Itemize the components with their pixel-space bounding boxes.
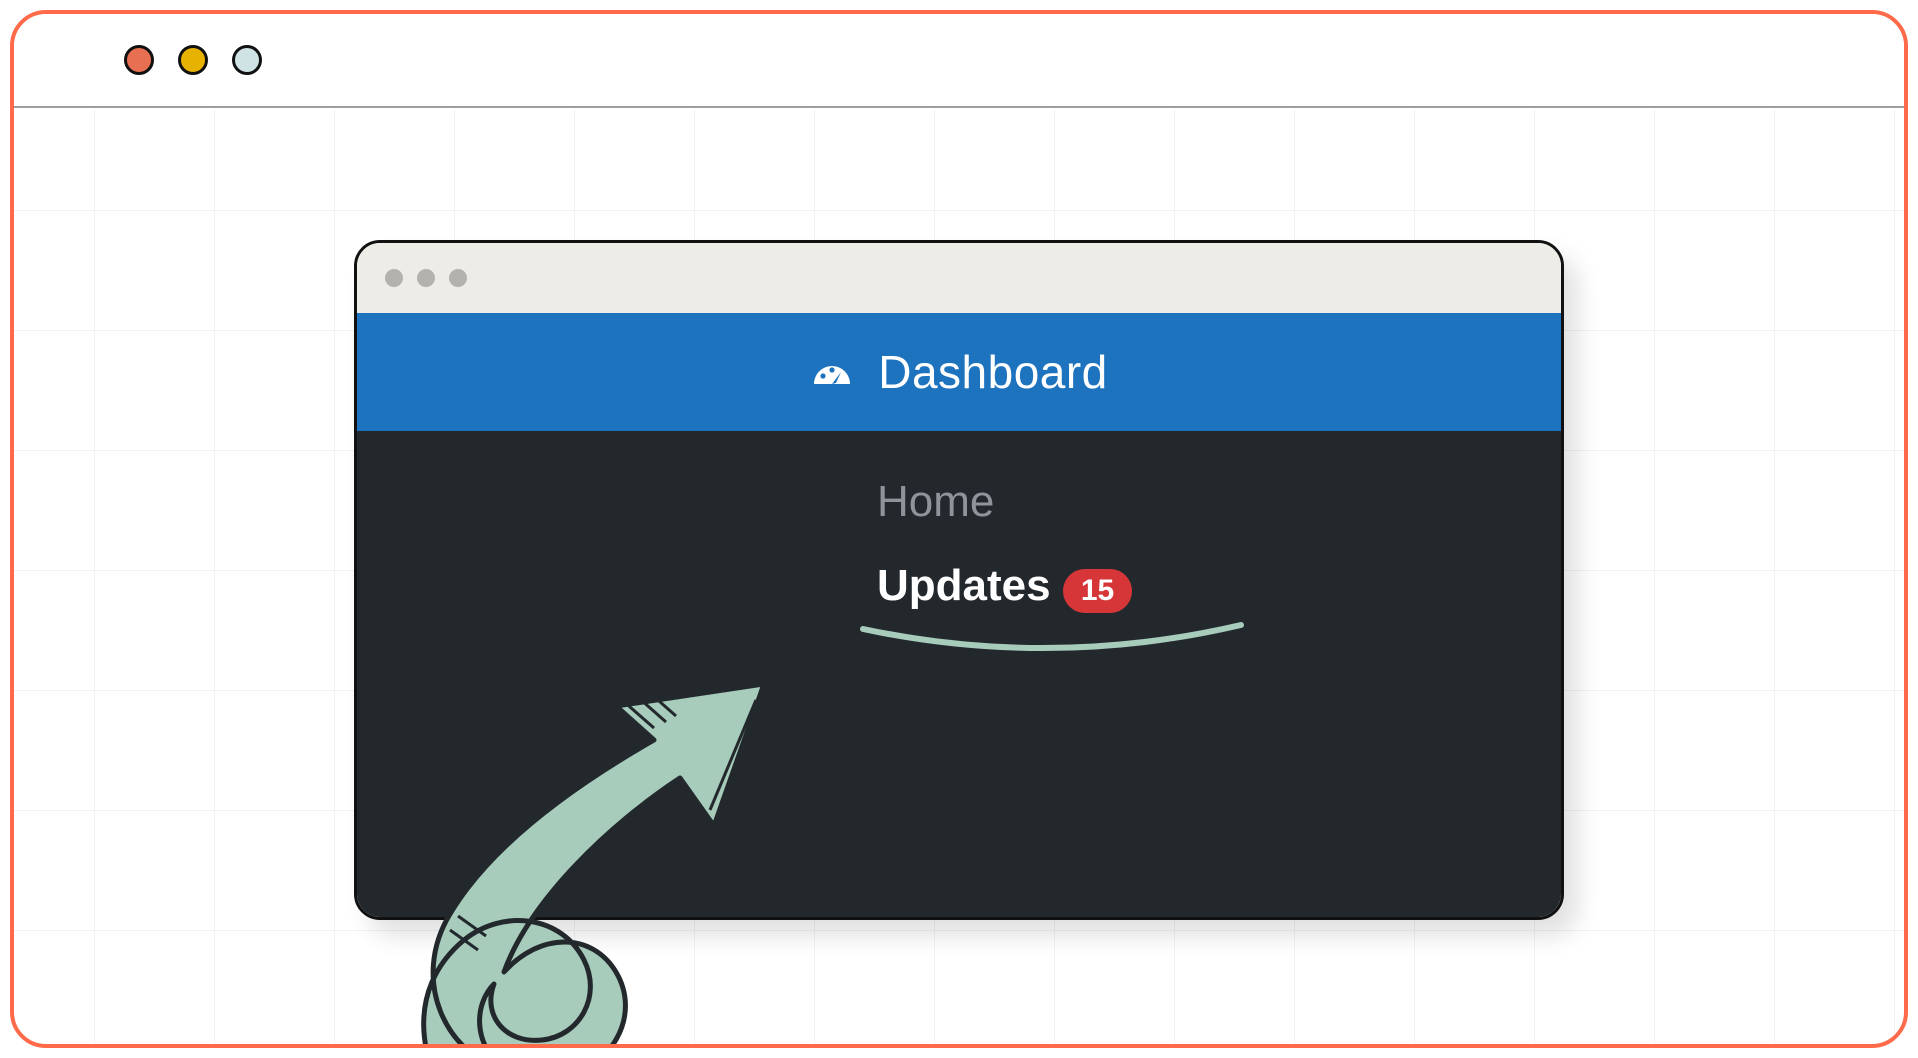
- app-window: Dashboard Home Updates 15: [354, 240, 1564, 920]
- dashboard-header: Dashboard: [357, 313, 1561, 431]
- browser-titlebar: [14, 14, 1904, 108]
- window-dot-icon: [385, 269, 403, 287]
- app-titlebar: [357, 243, 1561, 313]
- window-dot-icon: [417, 269, 435, 287]
- updates-count-badge: 15: [1063, 569, 1132, 613]
- sidebar-item-updates[interactable]: Updates 15: [877, 561, 1132, 613]
- dashboard-gauge-icon: [810, 350, 854, 394]
- window-dot-icon: [449, 269, 467, 287]
- browser-window-frame: Dashboard Home Updates 15: [10, 10, 1908, 1048]
- sidebar-item-home[interactable]: Home: [877, 477, 1561, 527]
- sidebar-menu: Home Updates 15: [357, 431, 1561, 917]
- canvas-grid: Dashboard Home Updates 15: [14, 110, 1904, 1044]
- close-icon[interactable]: [124, 45, 154, 75]
- maximize-icon[interactable]: [232, 45, 262, 75]
- sidebar-item-label: Home: [877, 477, 994, 527]
- dashboard-title: Dashboard: [878, 345, 1108, 399]
- minimize-icon[interactable]: [178, 45, 208, 75]
- sidebar-item-label: Updates: [877, 561, 1051, 610]
- underline-annotation-icon: [857, 617, 1247, 657]
